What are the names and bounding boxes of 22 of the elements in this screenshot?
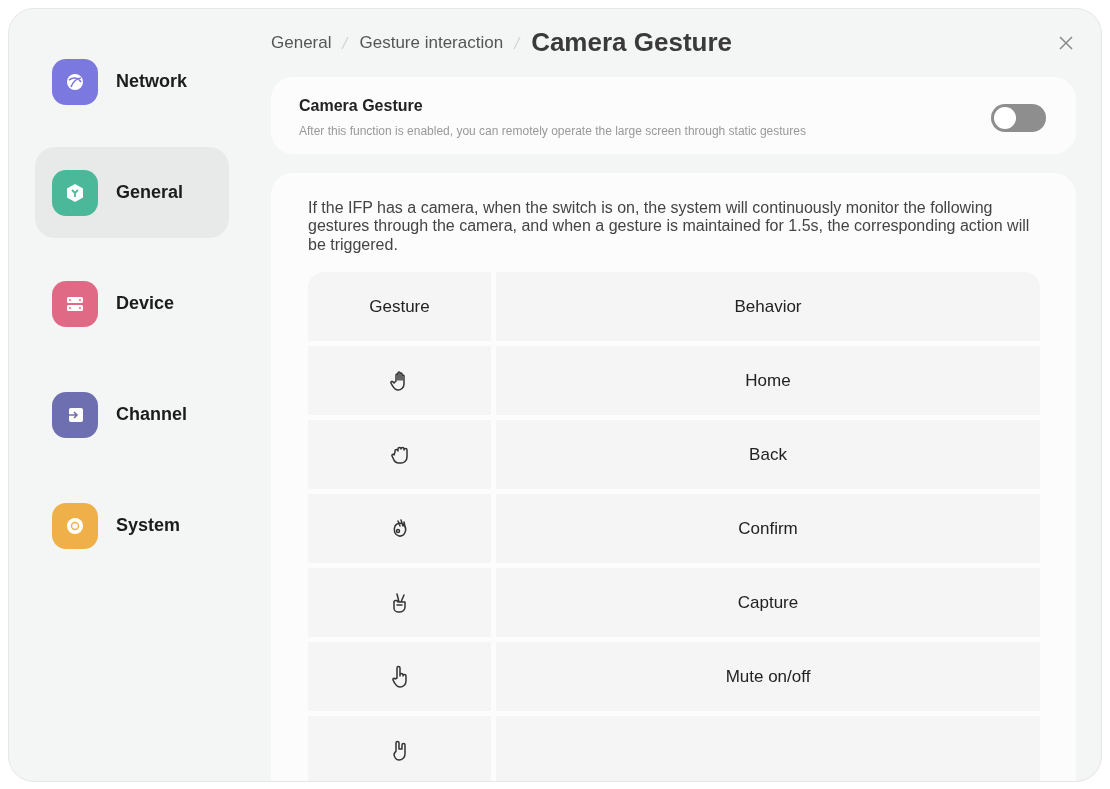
setting-title: Camera Gesture	[299, 97, 424, 115]
column-header: Behavior	[496, 272, 1040, 342]
breadcrumb-link[interactable]: Gesture interaction	[359, 32, 504, 53]
table-cell: Mute on/off	[496, 642, 1040, 712]
sidebar-item[interactable]: Channel	[35, 369, 229, 460]
table-cell: Back	[496, 420, 1040, 490]
sidebar-item[interactable]: Network	[35, 36, 229, 127]
intro-paragraph: If the IFP has a camera, when the switch is on, the system will continuously monitor the following gestures through the camera, and when a gesture is maintained for 1.5s, the corresponding action will be triggered.	[308, 199, 1031, 255]
toggle-switch[interactable]	[991, 103, 1046, 132]
breadcrumb-link[interactable]: General	[271, 32, 332, 53]
breadcrumb-separator-icon	[341, 35, 350, 50]
sidebar-item[interactable]: Device	[35, 258, 229, 349]
breadcrumb-separator-icon	[513, 35, 522, 50]
sidebar-item[interactable]: General	[35, 147, 229, 238]
page-title: Camera Gesture	[531, 27, 732, 58]
sidebar-item[interactable]: System	[35, 480, 229, 571]
setting-description: After this function is enabled, you can remotely operate the large screen through static gestures	[299, 124, 807, 138]
column-header: Gesture	[308, 272, 491, 342]
close-icon[interactable]	[1058, 34, 1074, 51]
table-cell: Home	[496, 346, 1040, 416]
table-cell: Capture	[496, 568, 1040, 638]
table-cell: Confirm	[496, 494, 1040, 564]
